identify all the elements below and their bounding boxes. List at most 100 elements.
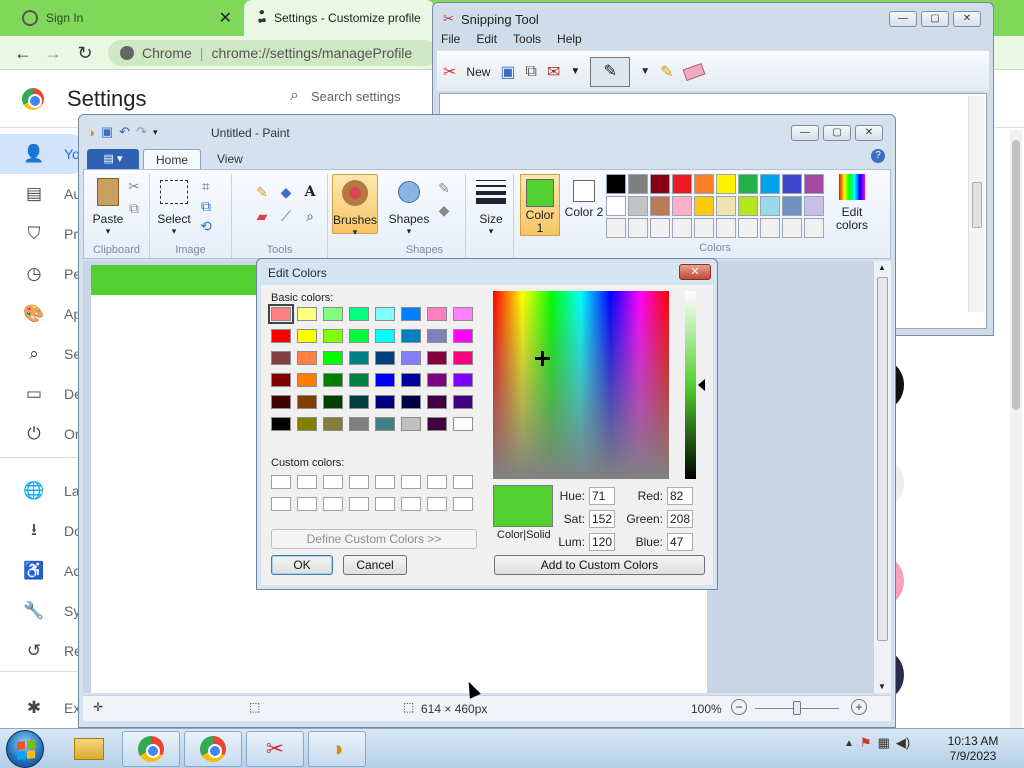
blue-input[interactable]: 47: [667, 533, 693, 551]
luminosity-bar[interactable]: [685, 291, 696, 479]
basic-color-swatch[interactable]: [297, 373, 317, 387]
basic-color-swatch[interactable]: [375, 417, 395, 431]
basic-color-swatch[interactable]: [375, 351, 395, 365]
reload-icon[interactable]: ↻: [74, 42, 96, 64]
basic-color-swatch[interactable]: [297, 351, 317, 365]
basic-color-swatch[interactable]: [297, 329, 317, 343]
palette-swatch[interactable]: [738, 174, 758, 194]
forward-icon[interactable]: →: [42, 42, 64, 64]
basic-color-swatch[interactable]: [323, 307, 343, 321]
sidebar-item-11[interactable]: 🔧 Sy: [0, 591, 90, 631]
custom-color-swatch[interactable]: [349, 475, 369, 489]
close-button[interactable]: ✕: [679, 264, 711, 280]
basic-color-swatch[interactable]: [349, 329, 369, 343]
custom-color-swatch[interactable]: [427, 497, 447, 511]
basic-color-swatch[interactable]: [453, 351, 473, 365]
basic-color-swatch[interactable]: [375, 329, 395, 343]
sidebar-item-0[interactable]: 👤 Yo: [0, 134, 90, 174]
palette-swatch[interactable]: [694, 174, 714, 194]
tab-settings[interactable]: Settings - Customize profile: [244, 0, 434, 36]
custom-color-swatch[interactable]: [271, 475, 291, 489]
basic-color-swatch[interactable]: [427, 395, 447, 409]
basic-color-swatch[interactable]: [349, 417, 369, 431]
highlighter-icon[interactable]: ✎: [660, 62, 673, 82]
file-menu-button[interactable]: ▤ ▾: [87, 149, 139, 169]
zoom-in-button[interactable]: +: [851, 699, 867, 715]
basic-color-swatch[interactable]: [349, 351, 369, 365]
basic-color-swatch[interactable]: [271, 351, 291, 365]
copy-icon[interactable]: ⧉: [526, 63, 537, 81]
basic-color-swatch[interactable]: [401, 373, 421, 387]
sidebar-item-2[interactable]: ⛉ Pr: [0, 214, 90, 254]
sidebar-item-7[interactable]: ⏻ On: [0, 414, 90, 454]
basic-color-swatch[interactable]: [323, 351, 343, 365]
palette-swatch[interactable]: [650, 174, 670, 194]
redo-icon[interactable]: ↷: [136, 124, 147, 140]
custom-color-swatch[interactable]: [349, 497, 369, 511]
red-input[interactable]: 82: [667, 487, 693, 505]
search-input[interactable]: Search settings: [311, 89, 401, 104]
color-spectrum[interactable]: [493, 291, 669, 479]
show-hidden-icons-icon[interactable]: ▲: [844, 738, 854, 749]
sidebar-item-8[interactable]: 🌐 La: [0, 471, 90, 511]
sidebar-item-1[interactable]: ▤ Au: [0, 174, 90, 214]
taskbar-chrome[interactable]: [122, 731, 180, 767]
address-bar[interactable]: Chrome | chrome://settings/manageProfile: [108, 40, 438, 66]
sidebar-item-6[interactable]: ▭ De: [0, 374, 90, 414]
sidebar-item-3[interactable]: ◷ Pe: [0, 254, 90, 294]
palette-swatch[interactable]: [804, 218, 824, 238]
pencil-icon[interactable]: ✎: [252, 182, 272, 202]
basic-color-swatch[interactable]: [349, 307, 369, 321]
palette-swatch[interactable]: [716, 196, 736, 216]
network-icon[interactable]: ▦: [878, 735, 890, 751]
basic-color-swatch[interactable]: [401, 329, 421, 343]
basic-color-swatch[interactable]: [453, 373, 473, 387]
green-input[interactable]: 208: [667, 510, 693, 528]
palette-swatch[interactable]: [672, 174, 692, 194]
menu-help[interactable]: Help: [557, 32, 582, 46]
basic-color-swatch[interactable]: [271, 395, 291, 409]
paste-button[interactable]: Paste ▾: [88, 176, 128, 237]
outline-icon[interactable]: ✎: [434, 178, 454, 198]
palette-swatch[interactable]: [694, 218, 714, 238]
basic-color-swatch[interactable]: [453, 417, 473, 431]
minimize-button[interactable]: —: [791, 125, 819, 141]
close-tab-icon[interactable]: ✕: [219, 8, 232, 28]
sidebar-item-5[interactable]: ⌕ Se: [0, 334, 90, 374]
sidebar-item-9[interactable]: ⭳ Do: [0, 511, 90, 551]
settings-search[interactable]: ⌕ Search settings: [290, 87, 401, 105]
custom-color-swatch[interactable]: [323, 475, 343, 489]
basic-color-swatch[interactable]: [271, 373, 291, 387]
palette-swatch[interactable]: [650, 218, 670, 238]
palette-swatch[interactable]: [672, 196, 692, 216]
basic-color-swatch[interactable]: [453, 307, 473, 321]
color1-button[interactable]: Color 1: [520, 174, 560, 236]
palette-swatch[interactable]: [628, 218, 648, 238]
menu-file[interactable]: File: [441, 32, 460, 46]
taskbar-chrome-profile[interactable]: [184, 731, 242, 767]
palette-swatch[interactable]: [716, 218, 736, 238]
palette-swatch[interactable]: [606, 218, 626, 238]
zoom-slider-thumb[interactable]: [793, 701, 801, 715]
tab-view[interactable]: View: [205, 149, 255, 169]
sidebar-item-13[interactable]: ✱ Ex: [0, 688, 90, 728]
custom-color-swatch[interactable]: [271, 497, 291, 511]
sidebar-item-12[interactable]: ↺ Re: [0, 631, 90, 671]
palette-swatch[interactable]: [694, 196, 714, 216]
basic-color-swatch[interactable]: [427, 417, 447, 431]
maximize-button[interactable]: ▢: [921, 11, 949, 27]
custom-color-swatch[interactable]: [401, 475, 421, 489]
basic-color-swatch[interactable]: [323, 417, 343, 431]
basic-color-swatch[interactable]: [297, 395, 317, 409]
size-button[interactable]: Size ▾: [470, 176, 512, 237]
select-button[interactable]: Select ▾: [154, 176, 194, 237]
palette-swatch[interactable]: [716, 174, 736, 194]
send-snip-icon[interactable]: ✉: [547, 62, 560, 82]
crosshair-icon[interactable]: [535, 351, 550, 366]
back-icon[interactable]: ←: [12, 42, 34, 64]
basic-color-swatch[interactable]: [375, 307, 395, 321]
palette-swatch[interactable]: [738, 196, 758, 216]
new-snip-button[interactable]: New: [466, 65, 490, 79]
add-to-custom-colors-button[interactable]: Add to Custom Colors: [494, 555, 705, 575]
shapes-button[interactable]: Shapes ▾: [386, 176, 432, 237]
